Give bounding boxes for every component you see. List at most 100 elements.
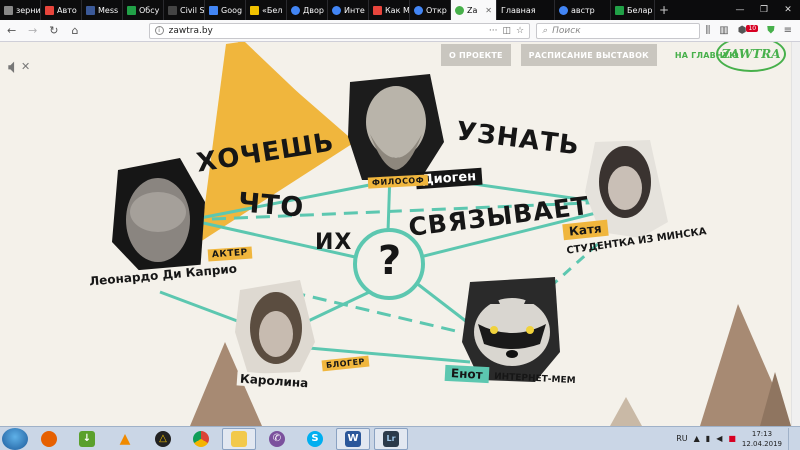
tab-label: «Бел: [262, 5, 283, 15]
url-text[interactable]: zawtra.by: [169, 26, 484, 36]
tray-arrow-icon[interactable]: ▲: [694, 434, 700, 443]
reload-icon[interactable]: ↻: [46, 23, 61, 39]
tab-0[interactable]: зерни: [0, 0, 41, 20]
tab-active[interactable]: Za ✕: [451, 0, 497, 20]
tab-favicon: [209, 5, 218, 15]
tab-label: Mess: [98, 5, 119, 15]
new-tab-icon[interactable]: +: [655, 0, 673, 20]
tab-14[interactable]: Белар: [611, 0, 655, 20]
toolbar-icons: ⫼ ▥ ⬢ 10 ⛊ ≡: [706, 25, 796, 36]
tab-favicon: [250, 5, 259, 15]
taskbar-skype[interactable]: S: [298, 428, 332, 450]
enot-name[interactable]: Енот: [444, 364, 490, 384]
download-icon: ↓: [79, 430, 95, 447]
url-bar[interactable]: i zawtra.by ··· ◫ ☆: [148, 22, 531, 39]
sidebar-icon[interactable]: ▥: [719, 25, 728, 36]
menu-schedule[interactable]: РАСПИСАНИЕ ВЫСТАВОК: [520, 44, 657, 66]
clock-time: 17:13: [751, 429, 773, 438]
start-button[interactable]: [2, 427, 28, 450]
tab-favicon: [127, 5, 136, 15]
tab-favicon: [45, 5, 54, 15]
tab-10[interactable]: Откр: [410, 0, 451, 20]
home-icon[interactable]: ⌂: [67, 23, 82, 39]
question-mark[interactable]: ?: [378, 238, 402, 284]
antivirus-icon[interactable]: ■: [728, 434, 736, 443]
tab-13[interactable]: австр: [555, 0, 611, 20]
browser-tab-bar: зерни Авто Mess Обсу Civil S Goog «Бел Д…: [0, 0, 800, 20]
pocket-icon[interactable]: ◫: [503, 26, 512, 36]
tab-3[interactable]: Обсу: [123, 0, 164, 20]
tab-favicon: [615, 5, 624, 15]
page-scrollbar[interactable]: [791, 42, 800, 426]
taskbar-word[interactable]: W: [336, 427, 370, 450]
viber-icon: ✆: [269, 430, 285, 447]
bookmark-star-icon[interactable]: ☆: [516, 26, 524, 36]
tab-label: Главная: [501, 5, 536, 15]
language-indicator[interactable]: RU: [676, 434, 687, 443]
restore-icon[interactable]: ❐: [752, 0, 776, 20]
site-info-icon[interactable]: i: [154, 26, 164, 35]
taskbar-firefox[interactable]: [32, 428, 66, 450]
tab-7[interactable]: Двор: [287, 0, 328, 20]
library-icon[interactable]: ⫼: [706, 25, 711, 36]
tab-label: Za: [467, 5, 478, 15]
browser-nav-bar: ← → ↻ ⌂ i zawtra.by ··· ◫ ☆ ⌕ Поиск ⫼ ▥ …: [0, 20, 800, 42]
taskbar-viber[interactable]: ✆: [260, 428, 294, 450]
back-icon[interactable]: ←: [4, 23, 19, 39]
taskbar-explorer[interactable]: [222, 427, 256, 450]
tab-label: Белар: [627, 5, 653, 15]
tab-5[interactable]: Goog: [205, 0, 246, 20]
top-menu: О ПРОЕКТЕ РАСПИСАНИЕ ВЫСТАВОК НА ГЛАВНУЮ: [441, 44, 757, 66]
tab-favicon: [455, 5, 464, 15]
show-desktop-button[interactable]: [788, 427, 794, 450]
tab-2[interactable]: Mess: [82, 0, 123, 20]
clock[interactable]: 17:13 12.04.2019: [742, 429, 782, 449]
minimize-icon[interactable]: —: [728, 0, 752, 20]
forward-icon[interactable]: →: [25, 23, 40, 39]
adblock-icon[interactable]: ⛊: [767, 25, 775, 36]
mountain-tiny: [610, 397, 642, 426]
tab-12[interactable]: Главная: [497, 0, 555, 20]
tab-6[interactable]: «Бел: [246, 0, 287, 20]
tab-8[interactable]: Инте: [328, 0, 369, 20]
speaker-muted-icon: 🔈︎: [8, 54, 20, 78]
leo-portrait[interactable]: [112, 158, 205, 282]
tab-label: Двор: [303, 5, 324, 15]
menu-about[interactable]: О ПРОЕКТЕ: [441, 44, 511, 66]
tab-favicon: [332, 5, 341, 15]
menu-hamburger-icon[interactable]: ≡: [784, 25, 792, 36]
page-actions-icon[interactable]: ···: [489, 26, 498, 36]
tab-favicon: [86, 5, 95, 15]
extension-icon[interactable]: ⬢ 10: [738, 25, 759, 36]
headline-word-3: ЧТО: [236, 187, 306, 224]
taskbar-vlc[interactable]: ▲: [108, 428, 142, 450]
volume-icon[interactable]: ◀: [716, 434, 722, 443]
tab-label: Инте: [344, 5, 365, 15]
tab-9[interactable]: Как М: [369, 0, 410, 20]
firefox-icon: [41, 430, 57, 447]
close-window-icon[interactable]: ✕: [776, 0, 800, 20]
tab-4[interactable]: Civil S: [164, 0, 205, 20]
taskbar-app-triangle[interactable]: △: [146, 428, 180, 450]
karolina-portrait[interactable]: [235, 280, 315, 374]
tab-label: австр: [571, 5, 595, 15]
vlc-icon: ▲: [119, 430, 131, 447]
sound-toggle[interactable]: 🔈︎ ✕: [8, 54, 40, 78]
lightroom-icon: Lr: [383, 430, 399, 447]
tab-1[interactable]: Авто: [41, 0, 82, 20]
network-icon[interactable]: ▮: [706, 434, 710, 443]
diogen-portrait[interactable]: [348, 74, 444, 180]
tab-favicon: [414, 5, 423, 15]
mute-x-icon: ✕: [21, 59, 31, 73]
close-tab-icon[interactable]: ✕: [485, 6, 492, 15]
tab-favicon: [291, 5, 300, 15]
folder-icon: [231, 430, 247, 447]
taskbar-lightroom[interactable]: Lr: [374, 427, 408, 450]
taskbar-chrome[interactable]: [184, 428, 218, 450]
tab-spacer: [673, 0, 728, 20]
tab-favicon: [4, 5, 13, 15]
taskbar-installer[interactable]: ↓: [70, 428, 104, 450]
chrome-icon: [193, 430, 209, 447]
search-placeholder[interactable]: Поиск: [552, 26, 581, 36]
search-bar[interactable]: ⌕ Поиск: [536, 22, 700, 39]
